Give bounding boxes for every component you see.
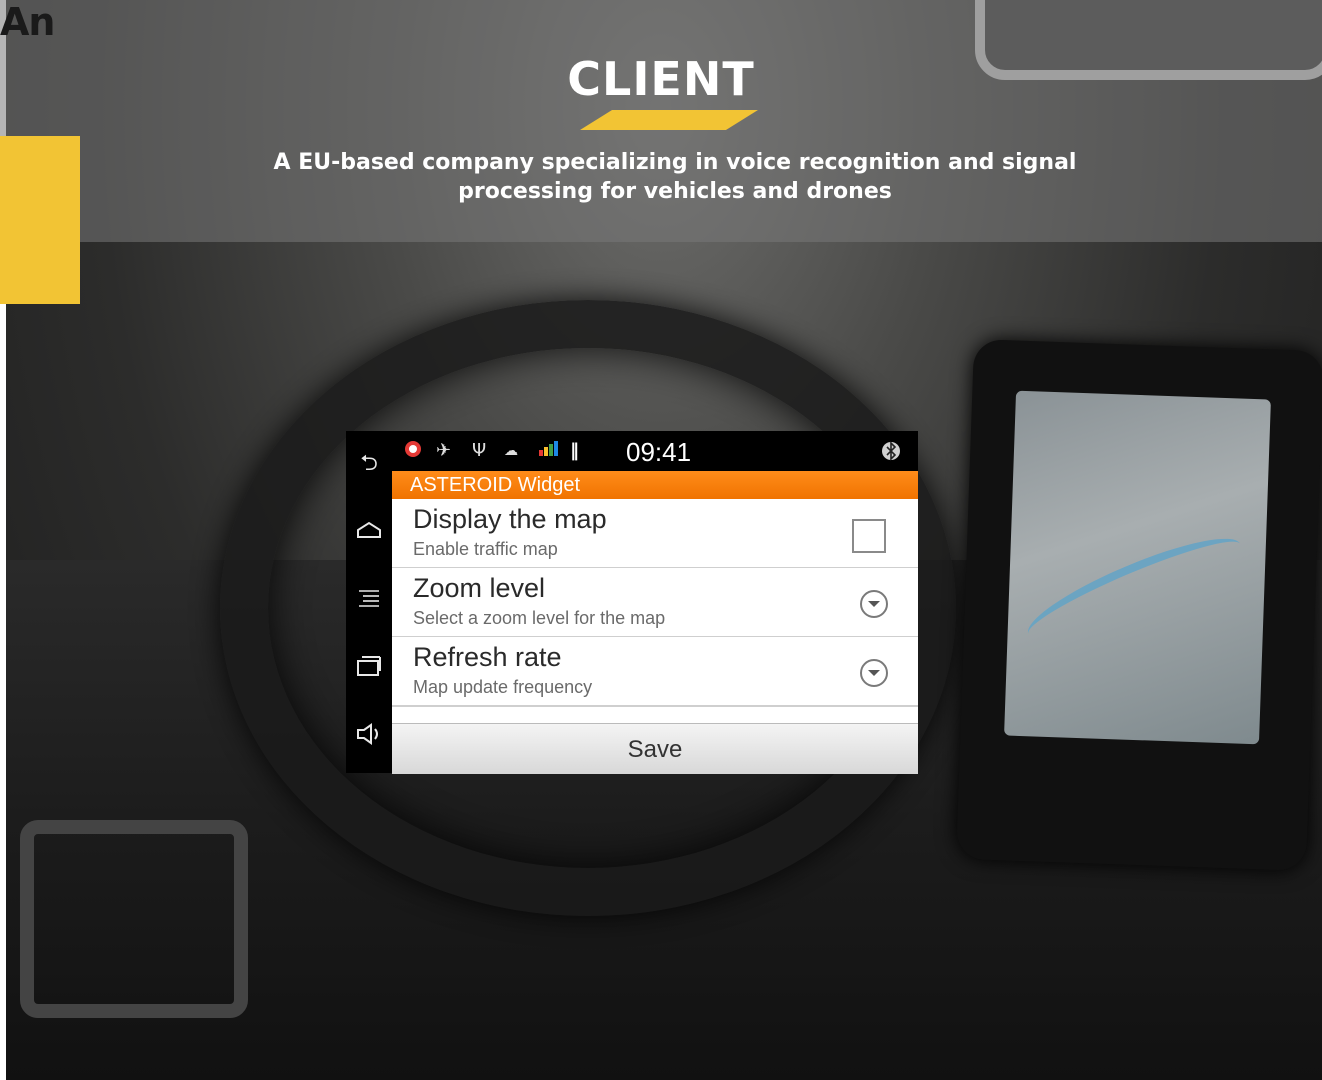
save-button-label: Save bbox=[627, 736, 683, 763]
pref-display-map[interactable]: Display the map Enable traffic map bbox=[392, 499, 918, 569]
car-navigation-screen bbox=[1004, 390, 1271, 745]
signal-bars-icon bbox=[538, 440, 560, 462]
pause-icon: ‖ bbox=[570, 440, 579, 461]
pref-title: Refresh rate bbox=[413, 642, 562, 672]
status-bar: ✈ Ψ ☁ ‖ 09:41 bbox=[392, 431, 918, 471]
android-debug-icon: ☁ bbox=[504, 443, 518, 459]
side-badge: An bbox=[0, 0, 80, 304]
home-icon[interactable] bbox=[354, 519, 384, 549]
system-nav-bar: ⮌ bbox=[346, 431, 392, 773]
chevron-down-icon[interactable] bbox=[860, 659, 888, 687]
pref-title: Display the map bbox=[413, 504, 607, 534]
pref-summary: Enable traffic map bbox=[413, 539, 558, 559]
chevron-down-icon[interactable] bbox=[860, 590, 888, 618]
air-vent bbox=[20, 820, 248, 1018]
section-title: CLIENT bbox=[567, 52, 755, 106]
pref-refresh-rate[interactable]: Refresh rate Map update frequency bbox=[392, 637, 918, 707]
usb-icon: Ψ bbox=[472, 440, 487, 461]
status-time: 09:41 bbox=[626, 437, 692, 467]
pref-summary: Map update frequency bbox=[413, 677, 593, 697]
android-device-screenshot: ⮌ ✈ Ψ ☁ ‖ 09:41 ASTEROID Widget Display … bbox=[346, 431, 918, 774]
menu-icon[interactable] bbox=[354, 587, 384, 617]
display-map-checkbox[interactable] bbox=[852, 519, 886, 553]
app-title-bar: ASTEROID Widget bbox=[392, 471, 918, 499]
recent-apps-icon[interactable] bbox=[354, 655, 384, 685]
pref-zoom-level[interactable]: Zoom level Select a zoom level for the m… bbox=[392, 568, 918, 638]
gps-icon: ✈ bbox=[436, 440, 452, 461]
volume-icon[interactable] bbox=[354, 723, 384, 753]
pref-title: Zoom level bbox=[413, 573, 546, 603]
save-button[interactable]: Save bbox=[392, 723, 918, 774]
back-arrow-icon[interactable]: ⮌ bbox=[354, 449, 384, 479]
app-screen: ✈ Ψ ☁ ‖ 09:41 ASTEROID Widget Display th… bbox=[392, 431, 918, 774]
client-description: A EU-based company specializing in voice… bbox=[273, 150, 1077, 204]
record-icon bbox=[404, 440, 422, 464]
bluetooth-icon bbox=[882, 440, 900, 468]
app-title: ASTEROID Widget bbox=[410, 474, 581, 496]
side-badge-text: An bbox=[0, 0, 55, 44]
pref-summary: Select a zoom level for the map bbox=[413, 608, 666, 628]
